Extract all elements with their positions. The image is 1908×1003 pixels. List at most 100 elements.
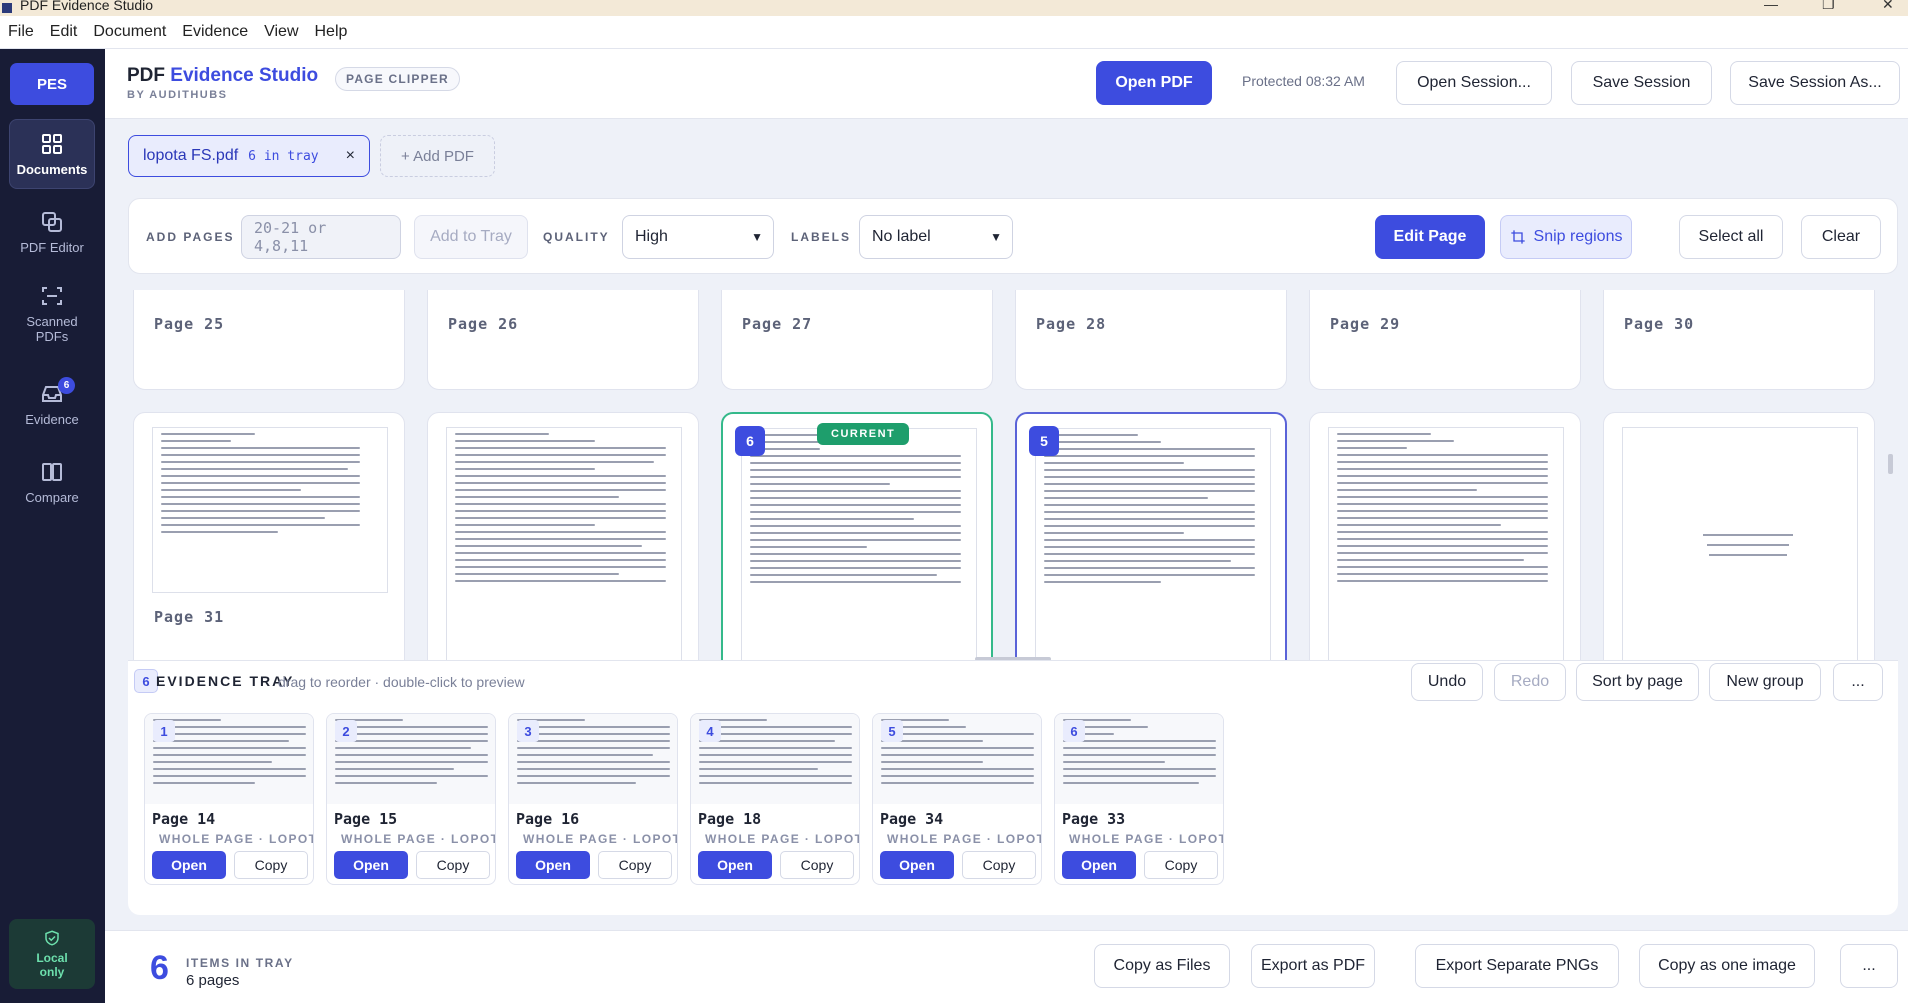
page-card[interactable]: Page 28: [1015, 290, 1287, 390]
tray-item-page: Page 18: [698, 810, 762, 828]
sidebar-item-label: Documents: [16, 161, 88, 177]
menu-bar: File Edit Document Evidence View Help: [0, 16, 1908, 49]
menu-help[interactable]: Help: [315, 23, 348, 41]
tray-item-number: 5: [881, 720, 903, 742]
page-card[interactable]: [1309, 412, 1581, 660]
save-session-as-button[interactable]: Save Session As...: [1730, 61, 1900, 105]
maximize-icon[interactable]: ❐: [1822, 0, 1835, 13]
page-grid: Page 25 Page 26 Page 27 Page 28 Page 29 …: [128, 290, 1890, 660]
sidebar-item-pdf-editor[interactable]: PDF Editor: [9, 197, 95, 267]
footer-more-button[interactable]: ...: [1840, 944, 1898, 988]
tray-item-number: 6: [1063, 720, 1085, 742]
chevron-down-icon: ▼: [751, 230, 763, 244]
tray-item-copy-button[interactable]: Copy: [234, 851, 308, 879]
tray-item-number: 2: [335, 720, 357, 742]
tray-pages-count: 6 pages: [186, 972, 240, 989]
open-session-button[interactable]: Open Session...: [1396, 61, 1552, 105]
page-card[interactable]: Page 25: [133, 290, 405, 390]
sidebar-item-compare[interactable]: Compare: [9, 447, 95, 517]
clear-button[interactable]: Clear: [1801, 215, 1881, 259]
select-all-button[interactable]: Select all: [1679, 215, 1783, 259]
tray-item-open-button[interactable]: Open: [334, 851, 408, 879]
tray-item-number: 4: [699, 720, 721, 742]
labels-select[interactable]: No label ▼: [859, 215, 1013, 259]
page-card[interactable]: Page 26: [427, 290, 699, 390]
page-label: Page 29: [1330, 315, 1401, 333]
sidebar-item-evidence[interactable]: 6 Evidence: [9, 369, 95, 439]
menu-file[interactable]: File: [8, 23, 34, 41]
brand-subtitle: BY AUDITHUBS: [127, 89, 228, 101]
add-pages-label: ADD PAGES: [146, 230, 235, 244]
sidebar-item-documents[interactable]: Documents: [9, 119, 95, 189]
menu-view[interactable]: View: [264, 23, 298, 41]
menu-edit[interactable]: Edit: [50, 23, 78, 41]
page-card[interactable]: Page 27: [721, 290, 993, 390]
protected-status: Protected 08:32 AM: [1242, 73, 1365, 89]
labels-label: LABELS: [791, 230, 851, 244]
tray-item[interactable]: 1 Page 14 WHOLE PAGE · LOPOT... Open Cop…: [144, 713, 314, 885]
edit-page-button[interactable]: Edit Page: [1375, 215, 1485, 259]
add-to-tray-button[interactable]: Add to Tray: [414, 215, 528, 259]
page-label: Page 31: [154, 608, 225, 626]
tray-item[interactable]: 2 Page 15 WHOLE PAGE · LOPOT... Open Cop…: [326, 713, 496, 885]
snip-regions-button[interactable]: Snip regions: [1500, 215, 1632, 259]
app-logo[interactable]: PES: [10, 63, 94, 105]
page-card[interactable]: [427, 412, 699, 660]
tray-item[interactable]: 3 Page 16 WHOLE PAGE · LOPOT... Open Cop…: [508, 713, 678, 885]
save-session-button[interactable]: Save Session: [1571, 61, 1712, 105]
quality-value: High: [635, 228, 668, 245]
tray-more-button[interactable]: ...: [1833, 663, 1883, 701]
tray-item-open-button[interactable]: Open: [880, 851, 954, 879]
crop-icon: [1510, 230, 1525, 244]
undo-button[interactable]: Undo: [1411, 663, 1483, 701]
add-pages-input[interactable]: 20-21 or 4,8,11: [241, 215, 401, 259]
export-separate-pngs-button[interactable]: Export Separate PNGs: [1415, 944, 1619, 988]
tray-item-open-button[interactable]: Open: [1062, 851, 1136, 879]
minimize-icon[interactable]: —: [1764, 0, 1778, 12]
redo-button[interactable]: Redo: [1494, 663, 1566, 701]
local-only-label: Local only: [36, 951, 68, 979]
app-icon: [2, 3, 12, 13]
quality-label: QUALITY: [543, 230, 610, 244]
tray-item-copy-button[interactable]: Copy: [598, 851, 672, 879]
tray-item[interactable]: 4 Page 18 WHOLE PAGE · LOPOT... Open Cop…: [690, 713, 860, 885]
tray-item-open-button[interactable]: Open: [698, 851, 772, 879]
close-icon[interactable]: ×: [346, 147, 355, 165]
new-group-button[interactable]: New group: [1709, 663, 1821, 701]
sidebar: PES Documents PDF Editor Scanned PDFs 6 …: [0, 49, 105, 1003]
page-card-selected[interactable]: 5: [1015, 412, 1287, 660]
page-card[interactable]: Page 29: [1309, 290, 1581, 390]
page-card[interactable]: [1603, 412, 1875, 660]
tray-item-copy-button[interactable]: Copy: [1144, 851, 1218, 879]
tray-number-badge: 5: [1029, 426, 1059, 456]
copy-as-one-image-button[interactable]: Copy as one image: [1639, 944, 1815, 988]
tray-item[interactable]: 6 Page 33 WHOLE PAGE · LOPOT... Open Cop…: [1054, 713, 1224, 885]
sidebar-item-scanned-pdfs[interactable]: Scanned PDFs: [9, 271, 95, 357]
page-card[interactable]: Page 30: [1603, 290, 1875, 390]
export-as-pdf-button[interactable]: Export as PDF: [1251, 944, 1375, 988]
tray-item-open-button[interactable]: Open: [516, 851, 590, 879]
page-card-current[interactable]: 6 CURRENT: [721, 412, 993, 660]
tray-item-open-button[interactable]: Open: [152, 851, 226, 879]
tray-item-copy-button[interactable]: Copy: [962, 851, 1036, 879]
quality-select[interactable]: High ▼: [622, 215, 774, 259]
tray-item-copy-button[interactable]: Copy: [416, 851, 490, 879]
page-card[interactable]: Page 31: [133, 412, 405, 660]
add-pdf-button[interactable]: + Add PDF: [380, 135, 495, 177]
page-label: Page 27: [742, 315, 813, 333]
page-thumbnail: [1035, 428, 1271, 660]
close-icon[interactable]: ✕: [1882, 0, 1894, 13]
evidence-tray: 6 EVIDENCE TRAY drag to reorder · double…: [128, 660, 1898, 915]
menu-document[interactable]: Document: [93, 23, 166, 41]
document-chip[interactable]: lopota FS.pdf 6 in tray ×: [128, 135, 370, 177]
tray-item-copy-button[interactable]: Copy: [780, 851, 854, 879]
brand-title: PDF Evidence Studio: [127, 65, 319, 86]
tray-item[interactable]: 5 Page 34 WHOLE PAGE · LOPOT... Open Cop…: [872, 713, 1042, 885]
evidence-badge: 6: [58, 377, 75, 394]
open-pdf-button[interactable]: Open PDF: [1096, 61, 1212, 105]
menu-evidence[interactable]: Evidence: [182, 23, 248, 41]
sort-by-page-button[interactable]: Sort by page: [1576, 663, 1699, 701]
grid-icon: [42, 133, 62, 154]
copy-as-files-button[interactable]: Copy as Files: [1094, 944, 1230, 988]
vertical-scrollbar[interactable]: [1888, 454, 1893, 474]
